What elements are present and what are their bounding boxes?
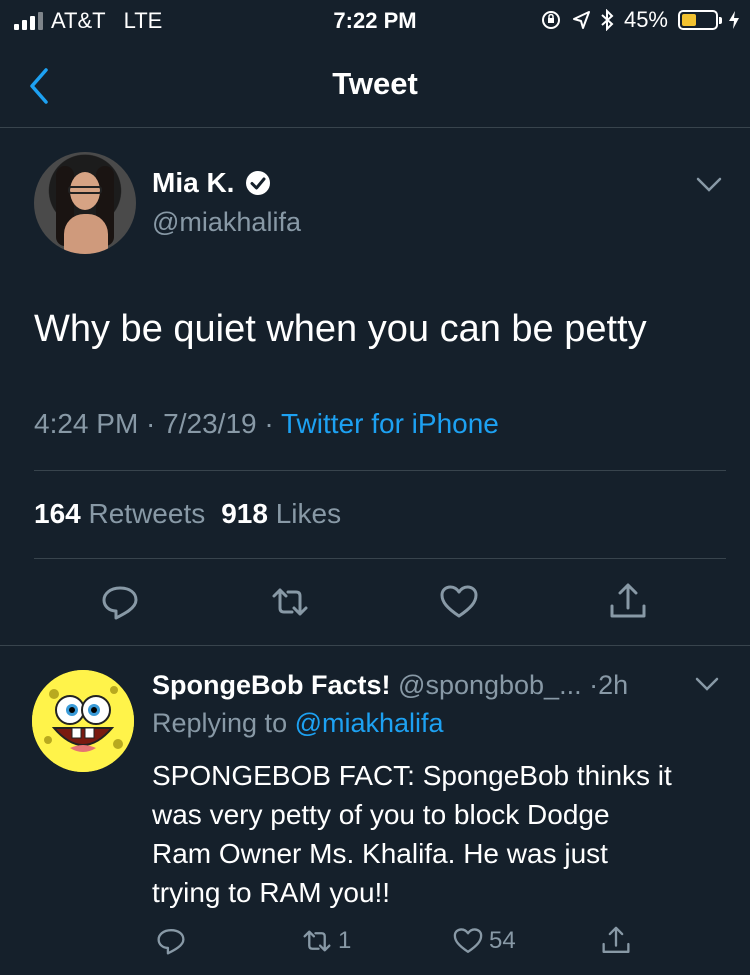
replying-prefix: Replying to [152,708,288,738]
tweet-time: 4:24 PM [34,408,139,439]
share-icon [602,926,630,953]
page-title: Tweet [332,66,418,101]
verified-badge-icon [246,171,271,195]
retweet-icon [272,588,308,616]
reply-share-button[interactable] [599,924,633,958]
tweet-date: 7/23/19 [163,408,257,439]
reply-header: SpongeBob Facts! @spongbob_... ·2h [152,670,628,701]
reply-icon [157,929,185,955]
like-icon [453,928,483,953]
author-handle[interactable]: @miakhalifa [152,207,301,238]
retweet-icon [303,930,331,952]
author-name-label: Mia K. [152,167,235,198]
divider [34,470,726,471]
likes-count: 918 [221,498,268,529]
divider [34,558,726,559]
replying-to: Replying to @miakhalifa [152,708,444,739]
charging-icon [729,11,739,29]
reply-icon [102,586,138,620]
status-bar: AT&T LTE 7:22 PM 45% [0,0,750,42]
likes-stat[interactable]: 918 Likes [221,498,341,529]
share-button[interactable] [606,580,650,624]
nav-bar: Tweet [0,42,750,128]
avatar[interactable] [32,670,134,772]
reply-like-count: 54 [489,927,516,954]
spongebob-avatar-icon [32,670,134,772]
retweets-label: Retweets [88,498,206,529]
reply-text-line: Ram Owner Ms. Khalifa. He was just [152,838,608,869]
tweet-source-link[interactable]: Twitter for iPhone [281,408,499,439]
battery-icon [678,10,722,30]
reply-author-name[interactable]: SpongeBob Facts! [152,670,391,700]
reply-retweet-button[interactable]: 1 [300,924,351,958]
reply-author-handle[interactable]: @spongbob_... [398,670,582,700]
author-name[interactable]: Mia K. [152,167,272,199]
chevron-down-icon[interactable] [694,676,720,694]
reply-retweet-count: 1 [338,927,352,954]
tweet-stats: 164 Retweets 918 Likes [34,498,341,530]
chevron-down-icon[interactable] [694,175,724,195]
reply-text-line: trying to RAM you!! [152,877,391,908]
reply-text: SPONGEBOB FACT: SpongeBob thinks it was … [152,756,732,912]
location-icon [572,11,590,29]
orientation-lock-icon [541,11,560,29]
retweet-button[interactable] [268,580,312,624]
retweets-count: 164 [34,498,81,529]
avatar[interactable] [34,152,136,254]
bluetooth-icon [601,9,614,31]
replying-mention-link[interactable]: @miakhalifa [295,708,444,738]
likes-label: Likes [275,498,342,529]
reply-time-sep: · [589,670,599,700]
reply-like-button[interactable]: 54 [451,924,516,958]
share-icon [610,583,646,618]
reply-time: 2h [598,670,629,700]
like-button[interactable] [437,580,481,624]
tweet-meta: 4:24 PM · 7/23/19 · Twitter for iPhone [34,408,499,439]
reply-button[interactable] [98,580,142,624]
retweets-stat[interactable]: 164 Retweets [34,498,205,529]
tweet-text: Why be quiet when you can be petty [34,308,647,350]
reply-text-line: was very petty of you to block Dodge [152,799,610,830]
reply-reply-button[interactable] [154,924,188,958]
like-icon [440,585,478,618]
divider [0,645,750,646]
battery-percent: 45% [623,7,668,32]
reply-text-line: SPONGEBOB FACT: SpongeBob thinks it [152,760,672,791]
